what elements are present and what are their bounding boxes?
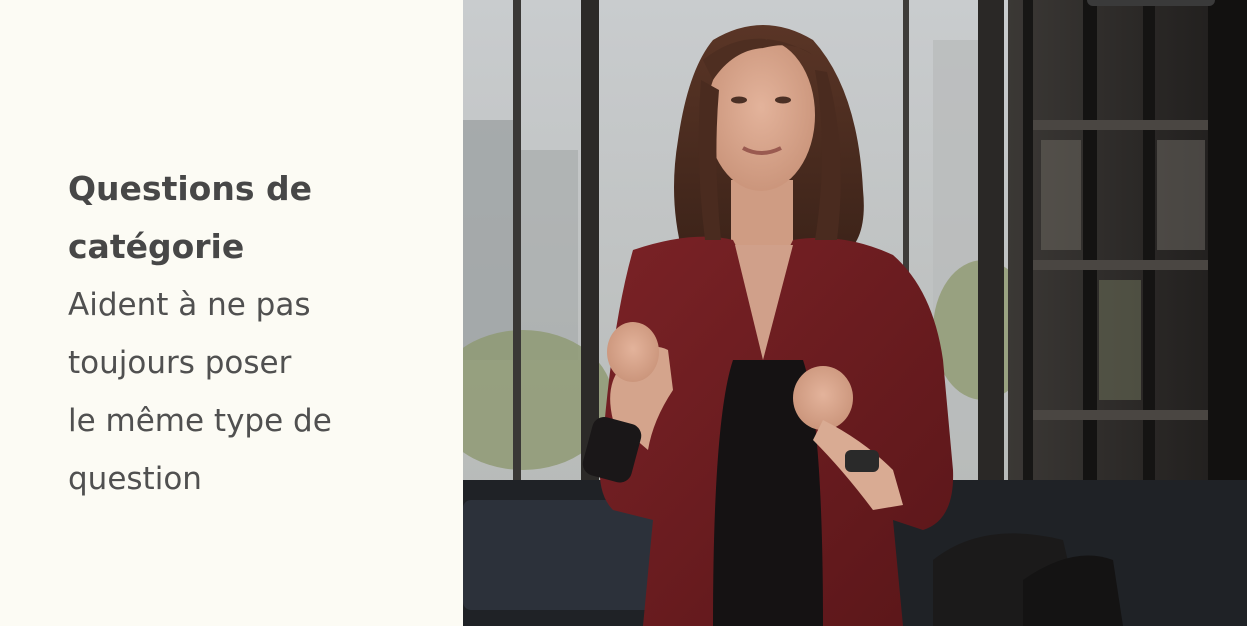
caption-body-line-2: toujours poser xyxy=(68,345,292,381)
caption-title-line-1: Questions de xyxy=(68,169,312,208)
player-top-handle xyxy=(1087,0,1215,6)
video-frame: Questions de catégorie Aident à ne pas t… xyxy=(0,0,1247,626)
speaker-scene xyxy=(463,0,1247,626)
caption-body-line-1: Aident à ne pas xyxy=(68,287,311,323)
caption-title-line-2: catégorie xyxy=(68,227,245,266)
caption-body-line-3: le même type de xyxy=(68,403,332,439)
speaker-left-hand xyxy=(607,322,659,382)
caption-panel: Questions de catégorie Aident à ne pas t… xyxy=(0,0,463,626)
speaker-watch xyxy=(845,450,879,472)
video-player[interactable] xyxy=(463,0,1247,626)
caption-body-line-4: question xyxy=(68,461,202,497)
caption-block: Questions de catégorie Aident à ne pas t… xyxy=(68,160,448,508)
